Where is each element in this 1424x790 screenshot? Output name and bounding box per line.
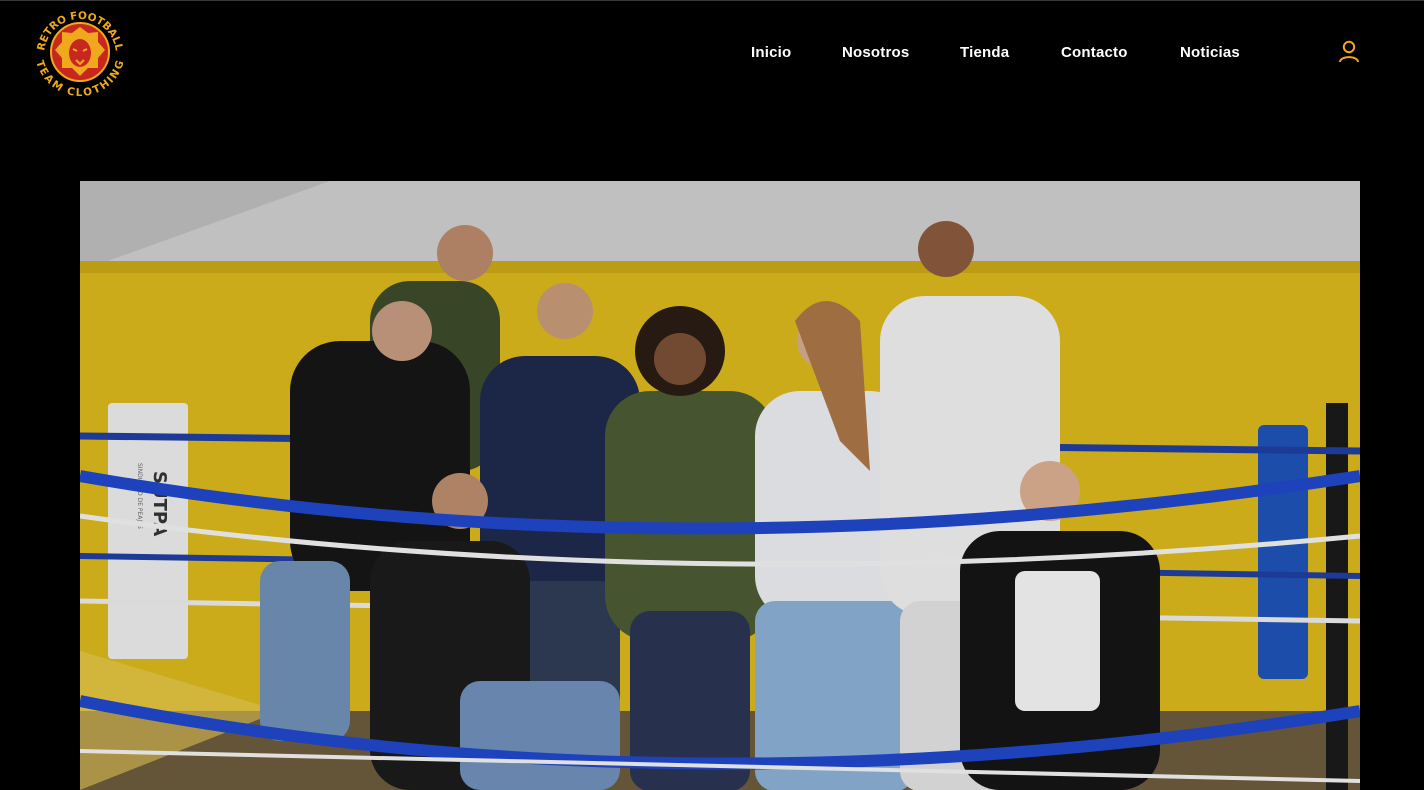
nav-link-noticias[interactable]: Noticias bbox=[1180, 42, 1240, 64]
hero-image: SUTPA SINDICATO DE PEAJES bbox=[80, 181, 1360, 790]
user-icon bbox=[1339, 40, 1359, 63]
main-nav: Inicio Nosotros Tienda Contacto Noticias bbox=[0, 42, 1424, 64]
nav-link-nosotros[interactable]: Nosotros bbox=[842, 42, 909, 64]
nav-link-contacto[interactable]: Contacto bbox=[1061, 42, 1128, 64]
nav-link-inicio[interactable]: Inicio bbox=[751, 42, 791, 64]
hero-photo-illustration: SUTPA SINDICATO DE PEAJES bbox=[80, 181, 1360, 790]
account-button[interactable] bbox=[1337, 39, 1361, 65]
nav-link-tienda[interactable]: Tienda bbox=[960, 42, 1009, 64]
site-header: RETRO FOOTBALL TEAM CLOTHING Inicio Noso… bbox=[0, 1, 1424, 101]
